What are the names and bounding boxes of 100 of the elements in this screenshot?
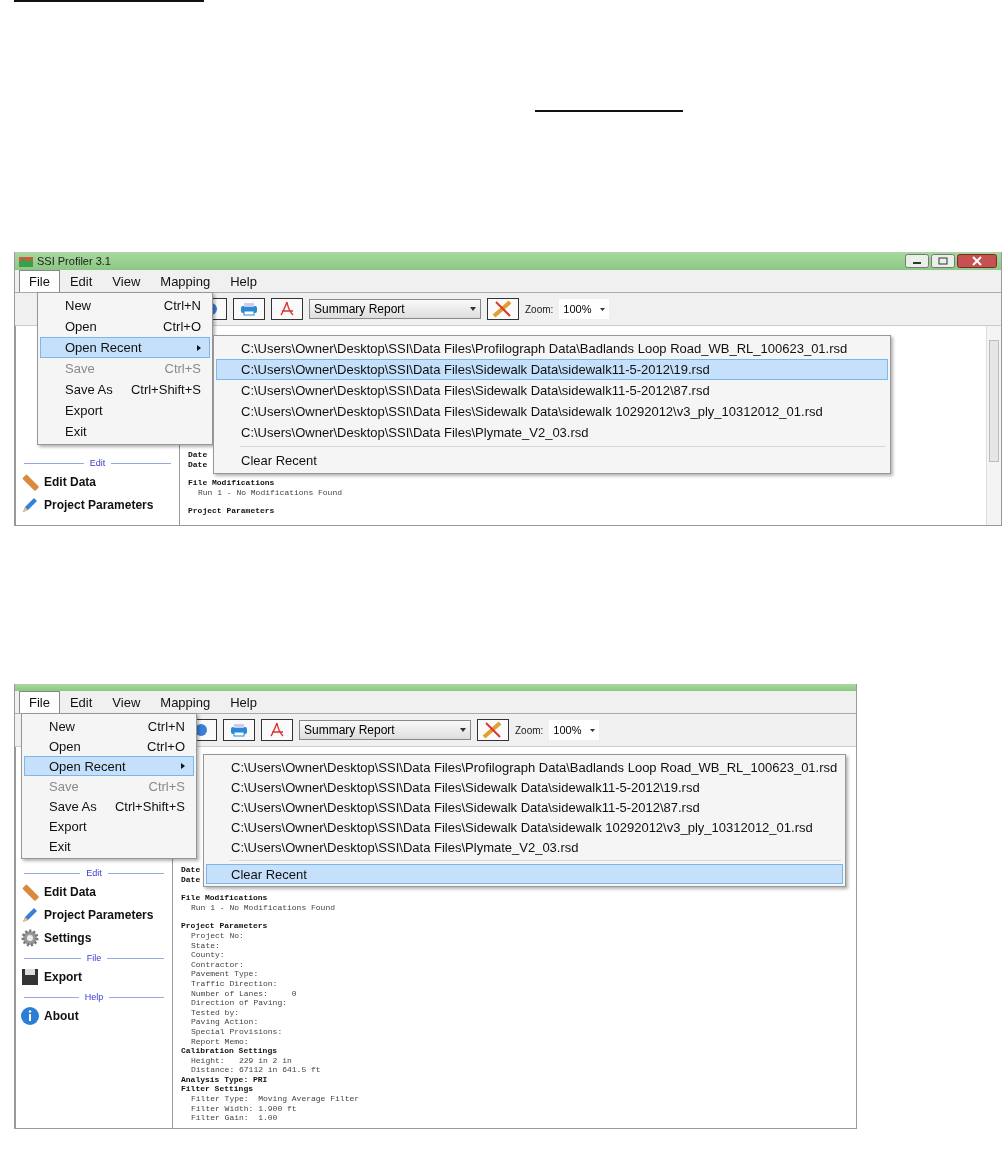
report-line: Report Memo:	[190, 1036, 249, 1047]
clear-recent-entry[interactable]: Clear Recent	[216, 450, 888, 471]
print-button[interactable]	[233, 298, 265, 320]
caret-icon	[470, 307, 476, 311]
sidebar-item[interactable]: Edit Data	[16, 880, 172, 903]
report-heading: Date	[181, 865, 201, 875]
menu-item[interactable]: Help	[220, 691, 267, 713]
scroll-thumb[interactable]	[989, 340, 999, 462]
menu-item[interactable]: View	[102, 691, 151, 713]
report-line: Pavement Type:	[190, 969, 259, 979]
sidebar-item[interactable]: Settings	[16, 926, 172, 949]
report-line: Filter Type: Moving Average Filter	[190, 1094, 360, 1104]
menu-item[interactable]: Mapping	[150, 270, 221, 292]
gear-icon	[20, 927, 40, 948]
clear-recent-entry[interactable]: Clear Recent	[206, 864, 843, 884]
report-line: Number of Lanes: 0	[190, 988, 297, 999]
menu-item[interactable]: Edit	[59, 270, 103, 292]
recent-file-entry[interactable]: C:\Users\Owner\Desktop\SSI\Data Files\Sidewalk Data\sidewalk11-5-2012\19.rsd	[206, 777, 843, 797]
menu-entry[interactable]: Save As Ctrl+Shift+S	[40, 379, 210, 400]
report-heading: Analysis Type: PRI	[181, 1074, 268, 1085]
report-line: Distance: 67112 in 641.5 ft	[190, 1065, 321, 1075]
scrollbar[interactable]	[986, 326, 1001, 525]
section-title: Help	[84, 992, 104, 1002]
report-line: Traffic Direction:	[190, 978, 278, 989]
zoom-label: Zoom:	[525, 303, 554, 315]
pdf-button[interactable]	[271, 298, 303, 320]
section-title: Edit	[86, 868, 102, 878]
report-heading: Filter Settings	[181, 1084, 253, 1095]
zoom-field[interactable]: 100%	[559, 299, 610, 319]
sidebar-item[interactable]: Project Parameters	[16, 903, 172, 926]
menu-entry[interactable]: Export	[24, 816, 194, 836]
menu-item[interactable]: Help	[220, 270, 267, 292]
report-line: Paving Action:	[190, 1017, 259, 1027]
recent-file-entry[interactable]: C:\Users\Owner\Desktop\SSI\Data Files\Profilograph Data\Badlands Loop Road_WB_RL_100623_01.rsd	[206, 757, 843, 777]
menu-item[interactable]: Edit	[59, 691, 103, 713]
minimize-button[interactable]	[905, 254, 929, 268]
recent-file-entry[interactable]: C:\Users\Owner\Desktop\SSI\Data Files\Sidewalk Data\sidewalk 10292012\v3_ply_10312012_01.rsd	[216, 401, 888, 422]
report-heading: File Modifications	[181, 893, 268, 903]
menu-entry[interactable]: Open Ctrl+O	[40, 316, 210, 337]
section-title: Edit	[89, 458, 106, 468]
report-line: Special Provisions:	[190, 1026, 283, 1037]
report-heading: Project Parameters	[188, 506, 275, 516]
report-heading: File Modifications	[188, 478, 275, 488]
menu-item[interactable]: View	[102, 270, 151, 292]
sidebar-item[interactable]: Export	[16, 965, 172, 988]
pdf-button[interactable]	[261, 719, 293, 741]
report-line: Run 1 - No Modifications Found	[197, 487, 343, 498]
menu-item[interactable]: File	[19, 691, 60, 713]
report-heading: Date	[181, 874, 201, 885]
ruler-pencil-icon	[492, 300, 514, 318]
recent-file-entry[interactable]: C:\Users\Owner\Desktop\SSI\Data Files\Sidewalk Data\sidewalk 10292012\v3_ply_10312012_01.rsd	[206, 817, 843, 837]
report-heading: Calibration Settings	[181, 1046, 277, 1056]
report-heading: Project Parameters	[181, 921, 268, 931]
caret-icon	[460, 728, 466, 732]
menu-entry[interactable]: Exit	[40, 421, 210, 442]
report-line: Run 1 - No Modifications Found	[190, 902, 336, 913]
recent-file-entry[interactable]: C:\Users\Owner\Desktop\SSI\Data Files\Profilograph Data\Badlands Loop Road_WB_RL_100623_01.rsd	[216, 338, 888, 359]
zoom-field[interactable]: 100%	[549, 720, 600, 740]
report-line: Tested by:	[190, 1007, 239, 1018]
menu-entry[interactable]: Open Recent	[24, 756, 194, 776]
zoom-label: Zoom:	[515, 724, 544, 736]
recent-file-entry[interactable]: C:\Users\Owner\Desktop\SSI\Data Files\Sidewalk Data\sidewalk11-5-2012\87.rsd	[216, 380, 888, 401]
recent-file-entry[interactable]: C:\Users\Owner\Desktop\SSI\Data Files\Sidewalk Data\sidewalk11-5-2012\87.rsd	[206, 797, 843, 817]
app-icon	[19, 255, 33, 267]
menu-entry[interactable]: Exit	[24, 836, 194, 856]
menu-entry[interactable]: Open Recent	[40, 337, 210, 358]
report-line: Project No:	[190, 930, 244, 941]
window-title: SSI Profiler 3.1	[37, 255, 111, 267]
recent-file-entry[interactable]: C:\Users\Owner\Desktop\SSI\Data Files\Plymate_V2_03.rsd	[206, 837, 843, 857]
caret-icon	[590, 728, 596, 732]
recent-file-entry[interactable]: C:\Users\Owner\Desktop\SSI\Data Files\Plymate_V2_03.rsd	[216, 422, 888, 443]
ruler-pencil-icon	[482, 721, 504, 739]
menu-entry[interactable]: New Ctrl+N	[24, 716, 194, 736]
ruler-button[interactable]	[477, 719, 509, 741]
section-title: File	[86, 953, 102, 963]
report-line: Filter Gain: 1.00	[190, 1113, 278, 1123]
menu-entry[interactable]: Open Ctrl+O	[24, 736, 194, 756]
sidebar-item[interactable]: Project Parameters	[16, 493, 179, 516]
sidebar-item[interactable]: About	[16, 1004, 172, 1027]
report-heading: Date	[188, 450, 208, 460]
recent-file-entry[interactable]: C:\Users\Owner\Desktop\SSI\Data Files\Sidewalk Data\sidewalk11-5-2012\19.rsd	[216, 359, 888, 380]
menu-entry[interactable]: Export	[40, 400, 210, 421]
maximize-button[interactable]	[931, 254, 955, 268]
ruler-button[interactable]	[487, 298, 519, 320]
print-button[interactable]	[223, 719, 255, 741]
menu-entry[interactable]: New Ctrl+N	[40, 295, 210, 316]
report-select[interactable]: Summary Report	[309, 299, 481, 319]
report-line: County:	[190, 950, 225, 960]
report-line: Filter Width: 1.900 ft	[190, 1103, 297, 1114]
printer-icon	[230, 723, 248, 737]
menu-item[interactable]: Mapping	[150, 691, 221, 713]
caret-icon	[600, 307, 606, 311]
report-line: Height: 229 in 2 in	[190, 1055, 292, 1066]
info-icon	[20, 1005, 40, 1026]
sidebar-item[interactable]: Edit Data	[16, 470, 179, 493]
report-line: Direction of Paving:	[190, 998, 287, 1008]
menu-entry[interactable]: Save As Ctrl+Shift+S	[24, 796, 194, 816]
report-select[interactable]: Summary Report	[299, 720, 471, 740]
close-button[interactable]	[957, 254, 997, 268]
menu-item[interactable]: File	[19, 270, 60, 292]
